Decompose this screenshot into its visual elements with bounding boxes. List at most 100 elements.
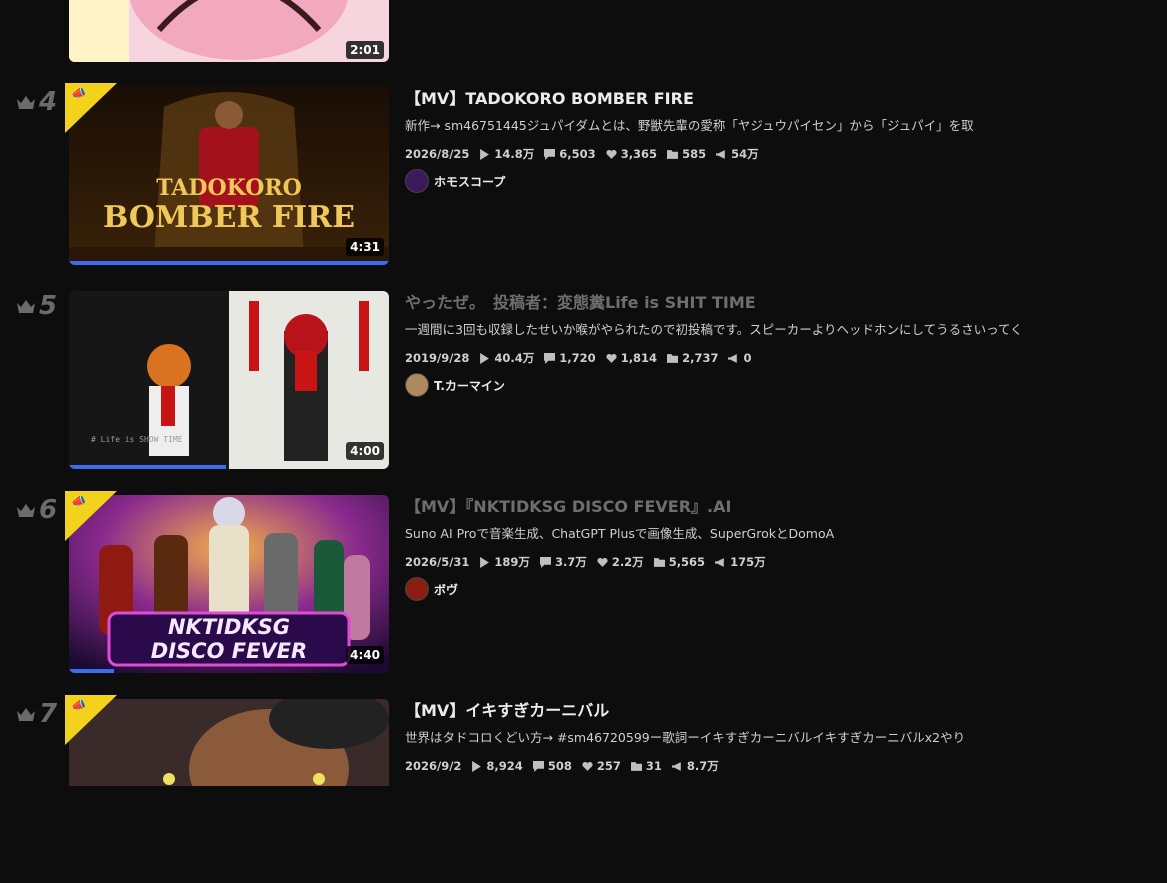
megaphone-icon: 📣: [71, 698, 86, 712]
thumbnail-title: TADOKORO BOMBER FIRE: [103, 175, 355, 235]
video-info: 【MV】イキすぎカーニバル 世界はタドコロくどい方→ #sm46720599ー歌…: [405, 699, 1145, 775]
play-icon: [480, 352, 490, 364]
folder-icon: [653, 557, 665, 567]
ad-points: 0: [743, 351, 752, 365]
like-count: 3,365: [620, 147, 658, 161]
video-thumbnail[interactable]: # Life is SHOW TIME 4:00: [69, 291, 389, 469]
video-thumbnail[interactable]: TADOKORO BOMBER FIRE 4:31: [69, 87, 389, 265]
owner-name: ボヴ: [434, 582, 459, 597]
play-icon: [480, 556, 490, 568]
upload-date: 2019/9/28: [405, 351, 470, 365]
video-title[interactable]: 【MV】イキすぎカーニバル: [405, 699, 1145, 723]
thumbnail-art: [69, 0, 389, 62]
duration-badge: 2:01: [346, 41, 384, 59]
owner[interactable]: ボヴ: [405, 577, 1145, 601]
folder-icon: [667, 353, 679, 363]
comment-count: 3.7万: [554, 555, 587, 569]
video-thumbnail-partial[interactable]: 2:01: [69, 0, 389, 62]
heart-icon: [606, 353, 617, 363]
upload-date: 2026/9/2: [405, 759, 462, 773]
ranking-item: 7 📣 【MV】イキすぎカーニバル 世界はタドコロくどい方→ #sm467205…: [0, 695, 1167, 883]
video-stats: 2026/8/25 14.8万 6,503 3,365 585 54万: [405, 145, 1145, 163]
upload-date: 2026/5/31: [405, 555, 470, 569]
video-info: やったぜ。 投稿者：変態糞Life is SHIT TIME 一週間に3回も収録…: [405, 291, 1145, 397]
owner-name: T.カーマイン: [434, 378, 505, 393]
ad-points: 8.7万: [686, 759, 719, 773]
upload-date: 2026/8/25: [405, 147, 470, 161]
rank-label: 6: [16, 495, 66, 525]
duration-badge: 4:40: [346, 646, 384, 664]
crown-icon: [17, 504, 35, 517]
megaphone-icon: 📣: [71, 86, 86, 100]
featured-badge: 📣: [65, 695, 117, 745]
like-count: 257: [596, 759, 621, 773]
crown-icon: [17, 300, 35, 313]
featured-badge: 📣: [65, 491, 117, 541]
megaphone-icon: [715, 557, 724, 567]
view-count: 40.4万: [494, 351, 535, 365]
folder-icon: [667, 149, 679, 159]
avatar: [405, 373, 429, 397]
heart-icon: [597, 557, 608, 567]
ranking-item: 6 📣 NKTIDKSG DISCO FEVER 4:40 【MV】『NKTID…: [0, 491, 1167, 679]
comment-count: 6,503: [559, 147, 596, 161]
video-description: Suno AI Proで音楽生成、ChatGPT Plusで画像生成、Super…: [405, 526, 835, 541]
mylist-count: 2,737: [682, 351, 719, 365]
play-icon: [472, 760, 482, 772]
owner-name: ホモスコープ: [434, 174, 506, 189]
megaphone-icon: [671, 761, 681, 771]
view-count: 189万: [494, 555, 530, 569]
video-description: 世界はタドコロくどい方→ #sm46720599ー歌詞ーイキすぎカーニバルイキす…: [405, 730, 966, 745]
megaphone-icon: 📣: [71, 494, 86, 508]
owner[interactable]: ホモスコープ: [405, 169, 1145, 193]
video-stats: 2026/5/31 189万 3.7万 2.2万 5,565 175万: [405, 553, 1145, 571]
like-count: 2.2万: [611, 555, 644, 569]
video-title[interactable]: 【MV】『NKTIDKSG DISCO FEVER』.AI: [405, 495, 1145, 519]
mylist-count: 5,565: [668, 555, 706, 569]
rank-label: 7: [16, 699, 66, 729]
comment-icon: [539, 556, 551, 568]
comment-icon: [544, 352, 556, 364]
watch-progress: [69, 669, 114, 673]
video-info: 【MV】TADOKORO BOMBER FIRE 新作→ sm46751445ジ…: [405, 87, 1145, 193]
view-count: 8,924: [486, 759, 523, 773]
heart-icon: [582, 761, 593, 771]
duration-badge: 4:31: [346, 238, 384, 256]
crown-icon: [17, 708, 35, 721]
comment-icon: [532, 760, 544, 772]
mylist-count: 31: [645, 759, 662, 773]
video-info: 【MV】『NKTIDKSG DISCO FEVER』.AI Suno AI Pr…: [405, 495, 1145, 601]
video-stats: 2019/9/28 40.4万 1,720 1,814 2,737 0: [405, 349, 1145, 367]
ranking-item: 4 📣 TADOKORO BOMBER FIRE 4:31 【MV】TADOKO…: [0, 83, 1167, 271]
video-stats: 2026/9/2 8,924 508 257 31 8.7万: [405, 757, 1145, 775]
heart-icon: [606, 149, 617, 159]
play-icon: [480, 148, 490, 160]
comment-icon: [544, 148, 556, 160]
owner[interactable]: T.カーマイン: [405, 373, 1145, 397]
ad-points: 54万: [731, 147, 759, 161]
thumbnail-art: [69, 699, 389, 786]
video-thumbnail[interactable]: [69, 699, 389, 786]
watch-progress: [69, 261, 389, 265]
thumbnail-caption: # Life is SHOW TIME: [91, 435, 183, 444]
rank-label: 5: [16, 291, 66, 321]
folder-icon: [630, 761, 642, 771]
like-count: 1,814: [620, 351, 658, 365]
ad-points: 175万: [730, 555, 766, 569]
crown-icon: [17, 96, 35, 109]
mylist-count: 585: [682, 147, 707, 161]
comment-count: 508: [547, 759, 572, 773]
avatar: [405, 577, 429, 601]
comment-count: 1,720: [559, 351, 596, 365]
megaphone-icon: [716, 149, 725, 159]
video-description: 新作→ sm46751445ジュパイダムとは、野獣先輩の愛称「ヤジュウパイセン」…: [405, 118, 974, 133]
ranking-item: 5 # Life is SHOW TIME 4:00 やったぜ。 投稿者：変態糞…: [0, 291, 1167, 475]
video-description: 一週間に3回も収録したせいか喉がやられたので初投稿です。スピーカーよりヘッドホン…: [405, 322, 1023, 337]
video-title[interactable]: 【MV】TADOKORO BOMBER FIRE: [405, 87, 1145, 111]
video-thumbnail[interactable]: NKTIDKSG DISCO FEVER 4:40: [69, 495, 389, 673]
rank-label: 4: [16, 87, 66, 117]
thumbnail-title: NKTIDKSG DISCO FEVER: [150, 615, 308, 663]
video-title[interactable]: やったぜ。 投稿者：変態糞Life is SHIT TIME: [405, 291, 1145, 315]
featured-badge: 📣: [65, 83, 117, 133]
watch-progress: [69, 465, 226, 469]
